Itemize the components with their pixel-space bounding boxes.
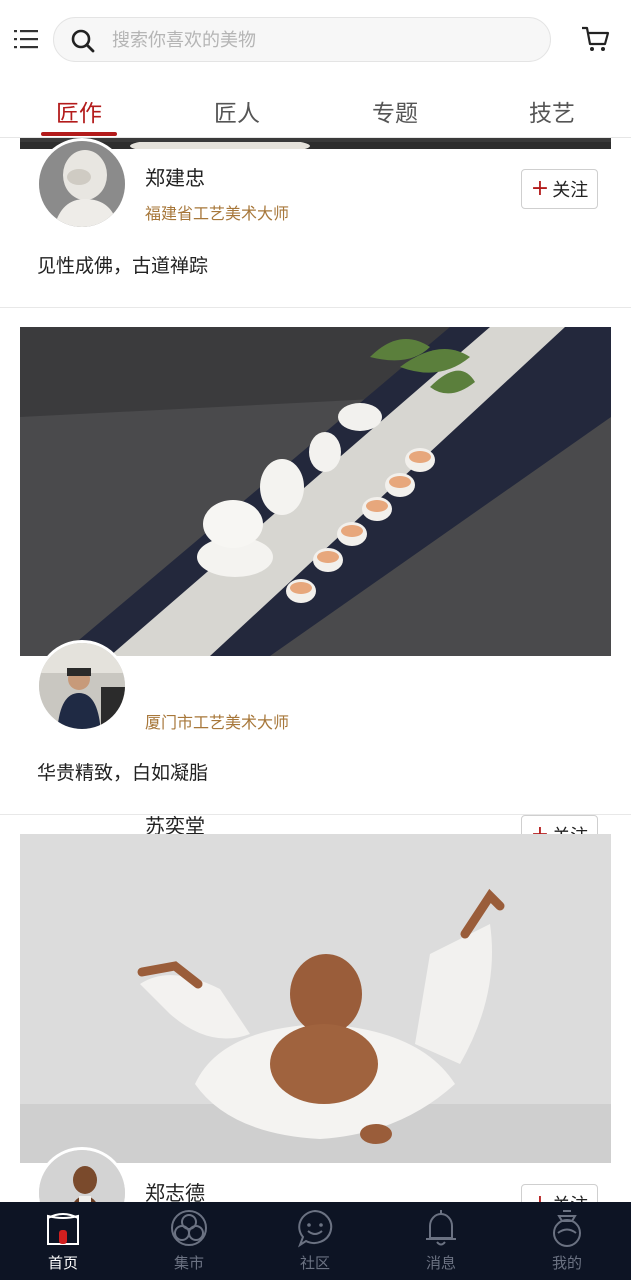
tab-works[interactable]: 匠作 (39, 94, 119, 128)
category-tabs: 匠作 匠人 专题 技艺 (0, 80, 631, 138)
cart-icon[interactable] (580, 24, 610, 54)
feed-card[interactable]: 郑志德 + 关注 (0, 834, 631, 1202)
nav-home[interactable]: 首页 (0, 1202, 126, 1280)
artisan-name[interactable]: 郑志德 (145, 1177, 205, 1202)
nav-profile[interactable]: 我的 (504, 1202, 630, 1280)
search-bar[interactable] (53, 17, 551, 62)
artisan-name[interactable]: 郑建忠 (145, 162, 205, 191)
market-icon (171, 1210, 207, 1246)
nav-label: 消息 (425, 1254, 456, 1272)
follow-button[interactable]: + 关注 (521, 1184, 598, 1202)
follow-button[interactable]: + 关注 (521, 169, 598, 209)
community-icon (297, 1209, 333, 1248)
nav-market[interactable]: 集市 (126, 1202, 252, 1280)
tab-artisans[interactable]: 匠人 (197, 94, 277, 128)
tab-skills[interactable]: 技艺 (512, 94, 592, 128)
bottom-navigation: 首页 集市 社区 消息 我的 (0, 1202, 631, 1280)
profile-icon (553, 1210, 581, 1247)
follow-label: 关注 (552, 1191, 588, 1202)
work-description: 见性成佛，古道禅踪 (37, 255, 209, 277)
nav-community[interactable]: 社区 (252, 1202, 378, 1280)
search-icon (71, 29, 95, 53)
feed-list: 郑建忠 福建省工艺美术大师 + 关注 见性成佛，古道禅踪 苏奕堂 郑志德 (0, 138, 631, 1202)
bell-icon (426, 1210, 456, 1246)
divider (0, 307, 631, 308)
active-tab-indicator (41, 132, 117, 136)
search-input[interactable] (112, 24, 532, 56)
plus-icon: + (531, 1193, 549, 1203)
nav-label: 我的 (551, 1254, 582, 1272)
menu-icon[interactable] (14, 28, 38, 50)
work-image[interactable] (20, 834, 611, 1163)
nav-label: 首页 (47, 1254, 78, 1272)
divider (0, 814, 631, 815)
follow-label: 关注 (552, 180, 589, 201)
artisan-title: 福建省工艺美术大师 (145, 204, 290, 223)
nav-messages[interactable]: 消息 (378, 1202, 504, 1280)
home-icon (47, 1213, 79, 1245)
avatar[interactable] (36, 640, 128, 732)
top-bar (0, 0, 631, 80)
work-image[interactable] (20, 327, 611, 656)
plus-icon: + (530, 176, 550, 201)
nav-label: 集市 (173, 1254, 204, 1272)
tab-topics[interactable]: 专题 (355, 94, 435, 128)
feed-card[interactable]: 郑建忠 福建省工艺美术大师 + 关注 见性成佛，古道禅踪 (0, 138, 631, 308)
nav-label: 社区 (299, 1254, 330, 1272)
feed-card[interactable]: 苏奕堂 + 关注 (0, 327, 631, 855)
avatar[interactable] (36, 138, 128, 230)
